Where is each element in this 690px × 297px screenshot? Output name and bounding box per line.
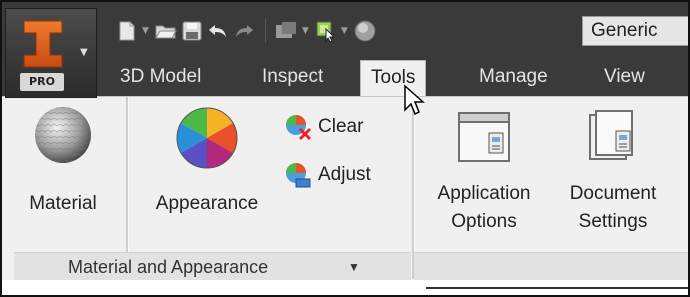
- appearance-color-wheel-icon: [176, 107, 238, 169]
- adjust-appearance-icon: [286, 163, 311, 188]
- document-settings-label-line1: Document: [569, 183, 657, 204]
- update-icon[interactable]: [274, 18, 300, 44]
- inventor-window: ▼ ▼ ▼ Generic ▼ PRO 3D Model Inspect Too…: [0, 0, 690, 297]
- ribbon: Material Appearance Clear Adjust Applica…: [2, 96, 688, 295]
- mouse-cursor-icon: [404, 84, 425, 116]
- application-options-label-line1: Application: [437, 183, 531, 204]
- inventor-logo-icon: [22, 19, 64, 73]
- adjust-label: Adjust: [318, 164, 371, 185]
- material-label: Material: [29, 193, 97, 214]
- document-settings-icon: [589, 110, 633, 160]
- application-options-label-line2: Options: [451, 211, 517, 232]
- open-folder-icon[interactable]: [153, 18, 179, 44]
- material-button[interactable]: Material: [10, 105, 116, 218]
- new-dropdown-arrow[interactable]: ▼: [142, 26, 149, 36]
- pro-badge: PRO: [20, 73, 64, 91]
- document-settings-label-line2: Settings: [578, 211, 648, 232]
- tab-3d-model[interactable]: 3D Model: [110, 60, 211, 96]
- tab-manage[interactable]: Manage: [469, 60, 558, 96]
- application-options-button[interactable]: Application Options: [420, 107, 548, 236]
- document-settings-button[interactable]: Document Settings: [554, 107, 672, 236]
- material-sphere-icon[interactable]: [352, 18, 378, 44]
- quick-access-toolbar: ▼ ▼ ▼ Generic: [2, 2, 688, 60]
- clear-appearance-button[interactable]: Clear: [284, 113, 363, 141]
- select-dropdown-arrow[interactable]: ▼: [341, 26, 348, 36]
- clear-label: Clear: [318, 116, 364, 137]
- redo-icon[interactable]: [231, 18, 257, 44]
- panel-title-label: Material and Appearance: [68, 257, 269, 277]
- adjust-appearance-button[interactable]: Adjust: [284, 161, 371, 189]
- panel-expand-arrow-icon[interactable]: ▼: [348, 253, 360, 281]
- material-appearance-panel-title[interactable]: Material and Appearance ▼: [14, 252, 411, 281]
- appearance-button[interactable]: Appearance: [140, 105, 274, 218]
- material-icon: [35, 107, 91, 163]
- select-icon[interactable]: [313, 18, 339, 44]
- tab-view[interactable]: View: [594, 60, 655, 96]
- quick-access-group: ▼ ▼ ▼: [114, 16, 378, 46]
- app-menu-dropdown-arrow: ▼: [80, 47, 88, 58]
- save-icon[interactable]: [179, 18, 205, 44]
- tab-inspect[interactable]: Inspect: [252, 60, 333, 96]
- application-options-icon: [458, 112, 510, 162]
- ribbon-tab-bar: 3D Model Inspect Tools Manage View: [2, 60, 688, 97]
- divider-line: [426, 287, 688, 289]
- toolbar-separator: [264, 19, 266, 43]
- clear-appearance-icon: [286, 115, 312, 141]
- appearance-dropdown[interactable]: Generic: [582, 16, 688, 46]
- options-panel-title: [414, 252, 688, 281]
- appearance-label: Appearance: [155, 193, 259, 214]
- update-dropdown-arrow[interactable]: ▼: [302, 26, 309, 36]
- undo-icon[interactable]: [205, 18, 231, 44]
- new-file-icon[interactable]: [114, 18, 140, 44]
- application-menu-button[interactable]: ▼ PRO: [5, 8, 97, 98]
